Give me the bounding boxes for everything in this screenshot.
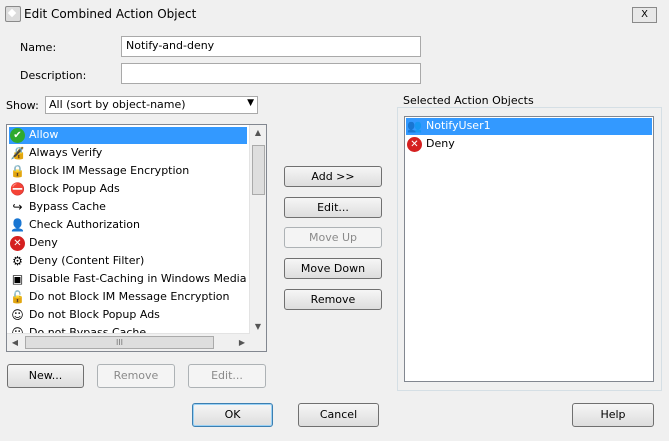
- list-item-label: Block IM Message Encryption: [29, 164, 190, 177]
- window-title: Edit Combined Action Object: [24, 7, 197, 21]
- list-item-label: Deny: [426, 137, 455, 150]
- show-dropdown-value: All (sort by object-name): [49, 98, 186, 111]
- allow-check-icon: ✔: [10, 128, 25, 143]
- list-item-label: Always Verify: [29, 146, 103, 159]
- im-block-icon: 🔒: [10, 164, 25, 178]
- verify-icon: 🔏: [10, 146, 25, 160]
- chevron-down-icon[interactable]: ▼: [247, 98, 254, 108]
- list-item[interactable]: 🔏 Always Verify: [9, 145, 247, 162]
- list-item[interactable]: 👥 NotifyUser1: [406, 118, 652, 135]
- deny-icon: ✕: [10, 236, 25, 251]
- list-item-label: Allow: [29, 128, 59, 141]
- scroll-up-arrow-icon[interactable]: ▲: [250, 125, 266, 141]
- bypass-cache-icon: ↪: [12, 200, 23, 214]
- new-button[interactable]: New...: [7, 364, 84, 388]
- description-label: Description:: [20, 69, 87, 82]
- cancel-button[interactable]: Cancel: [298, 403, 379, 427]
- vertical-scroll-thumb[interactable]: [252, 145, 265, 195]
- name-label: Name:: [20, 41, 57, 54]
- show-label: Show:: [6, 99, 39, 112]
- ok-button[interactable]: OK: [192, 403, 273, 427]
- scroll-corner: [249, 334, 266, 351]
- list-item-label: Block Popup Ads: [29, 182, 120, 195]
- move-down-button[interactable]: Move Down: [284, 258, 382, 279]
- list-item[interactable]: ⚙ Deny (Content Filter): [9, 253, 247, 270]
- list-item[interactable]: 👤 Check Authorization: [9, 217, 247, 234]
- selected-objects-list[interactable]: 👥 NotifyUser1 ✕ Deny: [404, 116, 654, 382]
- authorization-icon: 👤: [10, 218, 25, 232]
- list-item-label: Check Authorization: [29, 218, 141, 231]
- horizontal-scrollbar[interactable]: ◀ III ▶: [7, 333, 250, 351]
- vertical-scrollbar[interactable]: ▲ ▼: [249, 125, 266, 335]
- available-objects-list[interactable]: ✔ Allow 🔏 Always Verify 🔒 Block IM Messa…: [6, 124, 267, 352]
- scroll-down-arrow-icon[interactable]: ▼: [250, 319, 266, 335]
- remove-selected-button[interactable]: Remove: [284, 289, 382, 310]
- list-item-label: Do not Block Popup Ads: [29, 308, 160, 321]
- add-button[interactable]: Add >>: [284, 166, 382, 187]
- horizontal-scroll-thumb[interactable]: III: [25, 336, 214, 349]
- list-item[interactable]: ✔ Allow: [9, 127, 247, 144]
- list-item[interactable]: ✕ Deny: [9, 235, 247, 252]
- title-bar: Edit Combined Action Object X: [0, 0, 669, 28]
- app-icon: [5, 6, 21, 22]
- help-button[interactable]: Help: [572, 403, 654, 427]
- list-item[interactable]: ⛔ Block Popup Ads: [9, 181, 247, 198]
- list-item[interactable]: ▣ Disable Fast-Caching in Windows Media …: [9, 271, 266, 288]
- popup-block-icon: ⛔: [10, 182, 25, 196]
- name-field[interactable]: Notify-and-deny: [121, 36, 421, 57]
- edit-selected-button[interactable]: Edit...: [284, 197, 382, 218]
- list-item[interactable]: ☺ Do not Block Popup Ads: [9, 307, 247, 324]
- list-item-label: Bypass Cache: [29, 200, 106, 213]
- remove-object-button[interactable]: Remove: [97, 364, 175, 388]
- im-icon: 🔓: [10, 290, 25, 304]
- list-item-label: Disable Fast-Caching in Windows Media Cl…: [29, 272, 267, 285]
- edit-object-button[interactable]: Edit...: [188, 364, 266, 388]
- list-item-label: Deny (Content Filter): [29, 254, 145, 267]
- list-item[interactable]: ↪ Bypass Cache: [9, 199, 247, 216]
- deny-icon: ✕: [407, 137, 422, 152]
- list-item-label: Deny: [29, 236, 58, 249]
- list-item[interactable]: 🔒 Block IM Message Encryption: [9, 163, 247, 180]
- media-client-icon: ▣: [11, 272, 24, 286]
- move-up-button[interactable]: Move Up: [284, 227, 382, 248]
- scroll-left-arrow-icon[interactable]: ◀: [7, 334, 23, 351]
- content-filter-icon: ⚙: [12, 254, 23, 268]
- scroll-right-arrow-icon[interactable]: ▶: [234, 334, 250, 351]
- show-dropdown[interactable]: All (sort by object-name) ▼: [45, 96, 258, 114]
- description-field[interactable]: [121, 63, 421, 84]
- popup-icon: ☺: [11, 308, 24, 322]
- list-item[interactable]: 🔓 Do not Block IM Message Encryption: [9, 289, 247, 306]
- list-item[interactable]: ✕ Deny: [406, 136, 652, 153]
- list-item-label: NotifyUser1: [426, 119, 491, 132]
- close-button[interactable]: X: [632, 7, 657, 23]
- notify-user-icon: 👥: [407, 119, 422, 133]
- selected-objects-label: Selected Action Objects: [401, 94, 536, 107]
- list-item-label: Do not Block IM Message Encryption: [29, 290, 230, 303]
